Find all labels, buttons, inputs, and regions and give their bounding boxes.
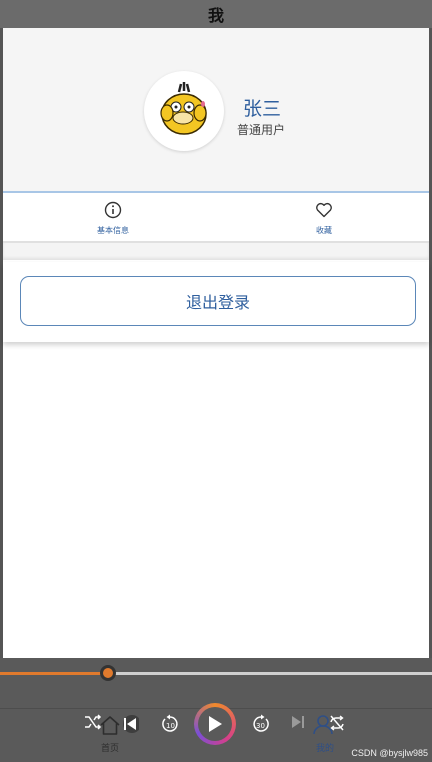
progress-knob[interactable] <box>100 665 116 681</box>
title-bar: 我 <box>0 0 432 28</box>
forward-30-icon: 30 <box>253 714 269 732</box>
logout-card: 退出登录 <box>3 262 429 342</box>
section-divider <box>3 243 429 260</box>
heart-icon <box>316 202 332 218</box>
menu-item-label: 收藏 <box>316 226 332 235</box>
rewind-label: 10 <box>166 722 175 730</box>
app-frame: 我 张三 普通用户 基本信息 收藏 退出登录 首页 10 30 我的 CSDN … <box>0 0 432 762</box>
menu-item-basic-info[interactable]: 基本信息 <box>73 201 153 236</box>
menu-item-label: 基本信息 <box>97 226 129 235</box>
psyduck-avatar-icon <box>160 82 207 135</box>
forward-label: 30 <box>256 722 265 730</box>
play-button[interactable] <box>194 703 236 745</box>
progress-fill <box>0 672 108 675</box>
page-title: 我 <box>207 6 224 25</box>
forward-button[interactable]: 30 <box>251 714 271 738</box>
media-player: 首页 10 30 我的 CSDN @bysjlw985 <box>0 658 432 762</box>
avatar[interactable] <box>144 71 224 151</box>
skip-previous-button[interactable] <box>119 714 141 738</box>
repeat-button[interactable] <box>328 714 346 736</box>
rewind-button[interactable]: 10 <box>160 714 180 738</box>
logout-button[interactable]: 退出登录 <box>20 276 416 326</box>
menu-row: 基本信息 收藏 <box>3 195 429 243</box>
profile-header: 张三 普通用户 <box>3 28 429 193</box>
menu-item-favorites[interactable]: 收藏 <box>284 201 364 236</box>
progress-track[interactable] <box>0 665 432 681</box>
tab-label: 我的 <box>315 744 334 754</box>
skip-next-button[interactable] <box>290 714 306 734</box>
watermark: CSDN @bysjlw985 <box>351 748 428 758</box>
info-icon <box>104 201 122 219</box>
tab-label: 首页 <box>100 744 119 754</box>
repeat-off-icon <box>330 715 344 731</box>
user-role: 普通用户 <box>237 123 286 137</box>
rewind-10-icon: 10 <box>162 714 178 732</box>
skip-next-icon <box>292 716 304 728</box>
play-icon <box>209 716 222 732</box>
shuffle-icon <box>85 714 102 730</box>
shuffle-button[interactable] <box>84 714 102 734</box>
skip-previous-icon <box>123 715 141 733</box>
user-name: 张三 <box>243 98 282 120</box>
play-button-inner <box>198 707 232 741</box>
